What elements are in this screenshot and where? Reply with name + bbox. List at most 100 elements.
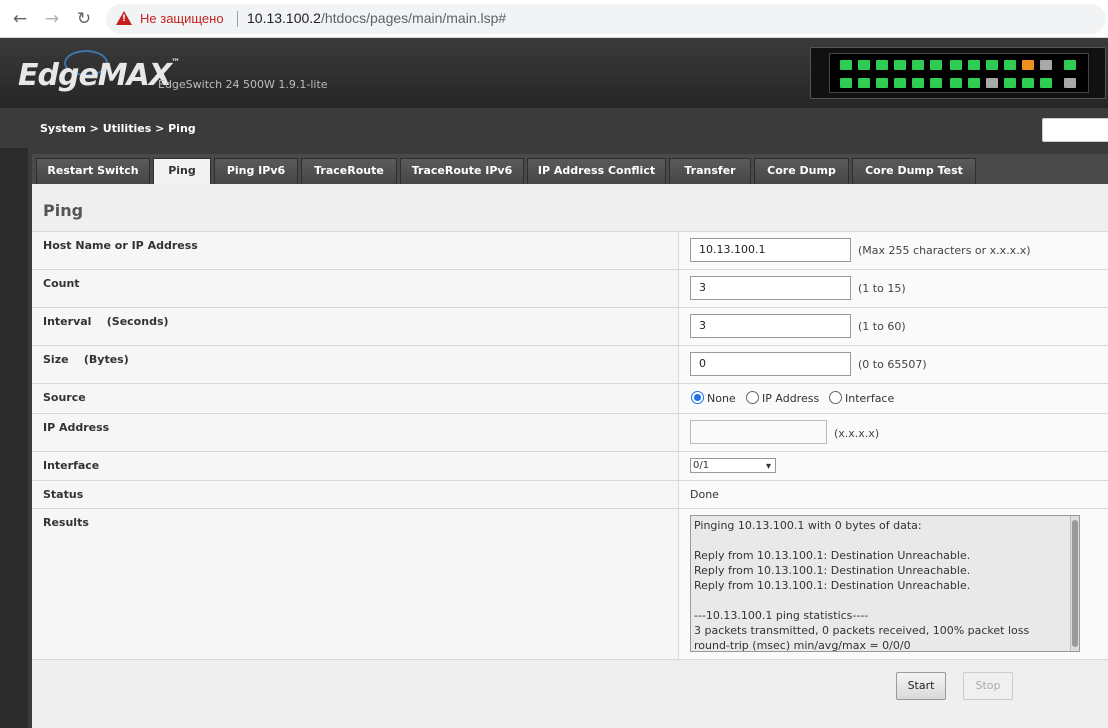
switch-port-led <box>858 60 870 70</box>
tab-traceroute[interactable]: TraceRoute <box>301 158 397 184</box>
results-value-cell: Pinging 10.13.100.1 with 0 bytes of data… <box>678 509 1108 659</box>
host-label: Host Name or IP Address <box>43 239 198 252</box>
results-scrollbar[interactable] <box>1070 516 1079 651</box>
reload-icon[interactable]: ↻ <box>74 9 94 29</box>
back-arrow-icon[interactable]: ← <box>10 9 30 29</box>
switch-port-led <box>894 60 906 70</box>
forward-arrow-icon[interactable]: → <box>42 9 62 29</box>
source-none-label[interactable]: None <box>707 392 736 405</box>
interface-value-cell: 0/1 ▾ <box>678 452 1108 480</box>
app-header: EdgeMAX™ EdgeSwitch 24 500W 1.9.1-lite <box>0 38 1108 108</box>
row-results: Results Pinging 10.13.100.1 with 0 bytes… <box>32 508 1108 659</box>
ip-address-input[interactable] <box>690 420 827 444</box>
logo-tm: ™ <box>171 58 180 68</box>
logo-text: EdgeMAX <box>18 58 172 93</box>
start-button[interactable]: Start <box>896 672 946 700</box>
tab-core-dump[interactable]: Core Dump <box>754 158 849 184</box>
ip-address-hint: (x.x.x.x) <box>834 427 880 440</box>
interval-label: Interval (Seconds) <box>43 315 169 328</box>
tab-ping[interactable]: Ping <box>153 158 211 184</box>
switch-port-led <box>930 60 942 70</box>
model-label: EdgeSwitch 24 500W 1.9.1-lite <box>158 78 328 91</box>
status-value: Done <box>690 488 719 501</box>
source-ip-label[interactable]: IP Address <box>762 392 819 405</box>
switch-port-led <box>876 60 888 70</box>
chevron-down-icon: ▾ <box>765 461 771 472</box>
ping-content: Ping Host Name or IP Address 10.13.100.1… <box>32 184 1108 728</box>
row-interface: Interface 0/1 ▾ <box>32 451 1108 480</box>
switch-port-led <box>1064 78 1076 88</box>
tab-traceroute-ipv6[interactable]: TraceRoute IPv6 <box>400 158 524 184</box>
interval-input[interactable]: 3 <box>690 314 851 338</box>
warning-icon[interactable] <box>116 11 132 25</box>
source-none-radio[interactable] <box>691 391 704 404</box>
interface-label: Interface <box>43 459 100 472</box>
browser-toolbar: ← → ↻ Не защищено 10.13.100.2/htdocs/pag… <box>0 0 1108 38</box>
switch-port-led <box>840 60 852 70</box>
edgemax-logo: EdgeMAX™ <box>18 58 180 93</box>
search-input[interactable] <box>1042 118 1108 142</box>
switch-port-led <box>930 78 942 88</box>
address-bar[interactable]: Не защищено 10.13.100.2/htdocs/pages/mai… <box>106 4 1106 34</box>
interface-select[interactable]: 0/1 ▾ <box>690 458 776 473</box>
tab-ping-ipv6[interactable]: Ping IPv6 <box>214 158 298 184</box>
switch-port-led <box>950 78 962 88</box>
source-interface-label[interactable]: Interface <box>845 392 894 405</box>
breadcrumb: System > Utilities > Ping <box>40 122 196 135</box>
host-value-cell: 10.13.100.1 (Max 255 characters or x.x.x… <box>678 232 1108 269</box>
switch-port-led <box>894 78 906 88</box>
status-label: Status <box>43 488 84 501</box>
source-label: Source <box>43 391 86 404</box>
size-value-cell: 0 (0 to 65507) <box>678 346 1108 383</box>
size-hint: (0 to 65507) <box>858 358 927 371</box>
breadcrumb-bar: System > Utilities > Ping <box>0 108 1108 148</box>
status-value-cell: Done <box>678 481 1108 508</box>
switch-port-led <box>986 60 998 70</box>
results-text: Pinging 10.13.100.1 with 0 bytes of data… <box>694 519 1030 652</box>
stop-button[interactable]: Stop <box>963 672 1013 700</box>
url-path: /htdocs/pages/main/main.lsp# <box>320 10 507 26</box>
results-textarea[interactable]: Pinging 10.13.100.1 with 0 bytes of data… <box>690 515 1080 652</box>
host-hint: (Max 255 characters or x.x.x.x) <box>858 244 1031 257</box>
switch-port-led <box>1004 78 1016 88</box>
source-ip-radio[interactable] <box>746 391 759 404</box>
row-source: Source None IP Address Interface <box>32 383 1108 413</box>
tab-transfer[interactable]: Transfer <box>669 158 751 184</box>
switch-port-led <box>968 78 980 88</box>
size-label: Size (Bytes) <box>43 353 129 366</box>
tab-core-dump-test[interactable]: Core Dump Test <box>852 158 976 184</box>
row-interval: Interval (Seconds) 3 (1 to 60) <box>32 307 1108 345</box>
switch-port-led <box>1022 78 1034 88</box>
url-text[interactable]: 10.13.100.2/htdocs/pages/main/main.lsp# <box>247 10 506 26</box>
source-value-cell: None IP Address Interface <box>678 384 1108 413</box>
switch-port-led <box>840 78 852 88</box>
switch-port-led <box>968 60 980 70</box>
row-count: Count 3 (1 to 15) <box>32 269 1108 307</box>
ip-address-label: IP Address <box>43 421 110 434</box>
row-host: Host Name or IP Address 10.13.100.1 (Max… <box>32 231 1108 269</box>
section-title: Ping <box>43 201 84 220</box>
count-input[interactable]: 3 <box>690 276 851 300</box>
count-label: Count <box>43 277 80 290</box>
port-grid <box>829 53 1089 93</box>
row-status: Status Done <box>32 480 1108 508</box>
switch-port-led <box>986 78 998 88</box>
main-panel: Restart Switch Ping Ping IPv6 TraceRoute… <box>28 148 1108 728</box>
count-hint: (1 to 15) <box>858 282 906 295</box>
ip-address-value-cell: (x.x.x.x) <box>678 414 1108 451</box>
tab-ip-address-conflict[interactable]: IP Address Conflict <box>527 158 666 184</box>
switch-port-led <box>1040 60 1052 70</box>
switch-port-led <box>1064 60 1076 70</box>
switch-port-led <box>1040 78 1052 88</box>
results-scroll-thumb[interactable] <box>1072 520 1078 647</box>
source-interface-radio[interactable] <box>829 391 842 404</box>
size-input[interactable]: 0 <box>690 352 851 376</box>
url-separator <box>237 11 238 27</box>
interval-hint: (1 to 60) <box>858 320 906 333</box>
tab-restart-switch[interactable]: Restart Switch <box>36 158 150 184</box>
switch-port-led <box>1022 60 1034 70</box>
switch-port-led <box>912 78 924 88</box>
switch-port-led <box>950 60 962 70</box>
insecure-label[interactable]: Не защищено <box>140 11 224 26</box>
host-input[interactable]: 10.13.100.1 <box>690 238 851 262</box>
